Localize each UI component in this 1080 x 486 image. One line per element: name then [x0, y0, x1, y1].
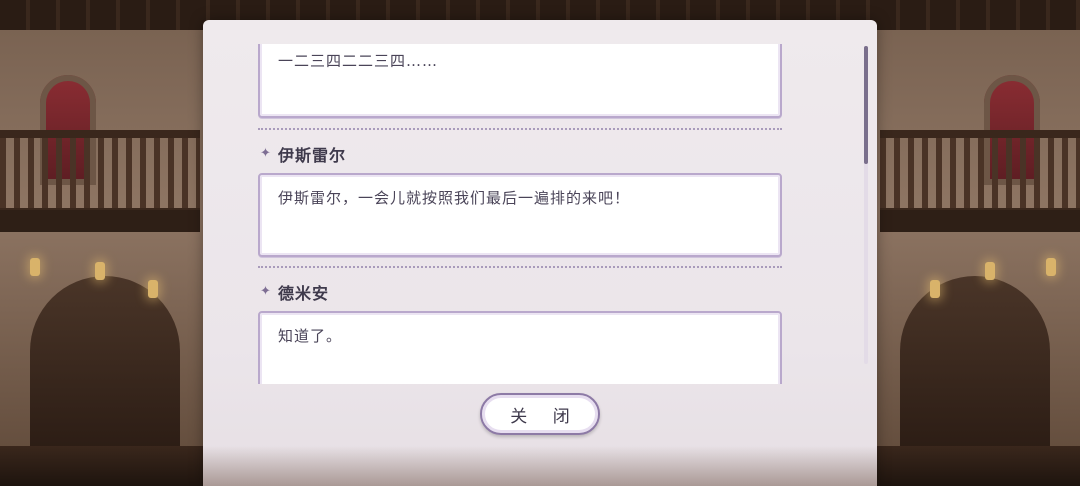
- dialog-entry-box: 知道了。: [258, 311, 782, 384]
- wall-lamp-icon: [148, 280, 158, 298]
- dialog-log-scroll-area[interactable]: 一二三四二二三四…… ✦ 伊斯雷尔 伊斯雷尔，一会儿就按照我们最后一遍排的来吧！…: [258, 44, 788, 384]
- dialog-entry-text: 伊斯雷尔，一会儿就按照我们最后一遍排的来吧！: [278, 189, 631, 207]
- dialog-entry-text: 一二三四二二三四……: [278, 52, 439, 70]
- sparkle-icon: ✦: [260, 284, 271, 299]
- scrollbar-track[interactable]: [864, 46, 868, 364]
- close-button[interactable]: 关 闭: [480, 393, 600, 435]
- speaker-name: 德米安: [278, 284, 330, 303]
- entry-divider: [258, 128, 782, 130]
- close-button-label: 关 闭: [510, 406, 580, 427]
- balcony-left: [0, 130, 200, 250]
- archway-right: [900, 276, 1050, 456]
- entry-divider: [258, 266, 782, 268]
- archway-left: [30, 276, 180, 456]
- speaker-name: 伊斯雷尔: [278, 146, 347, 165]
- scrollbar-thumb[interactable]: [864, 46, 868, 164]
- dialog-log-panel: 一二三四二二三四…… ✦ 伊斯雷尔 伊斯雷尔，一会儿就按照我们最后一遍排的来吧！…: [203, 20, 877, 486]
- sparkle-icon: ✦: [260, 146, 271, 161]
- wall-lamp-icon: [930, 280, 940, 298]
- dialog-entry-box: 伊斯雷尔，一会儿就按照我们最后一遍排的来吧！: [258, 173, 782, 257]
- panel-bottom-fade: [203, 446, 877, 486]
- balcony-right: [880, 130, 1080, 250]
- dialog-speaker: ✦ 伊斯雷尔: [260, 143, 346, 165]
- wall-lamp-icon: [985, 262, 995, 280]
- wall-lamp-icon: [95, 262, 105, 280]
- dialog-speaker: ✦ 德米安: [260, 281, 329, 303]
- dialog-entry-box: 一二三四二二三四……: [258, 44, 782, 118]
- wall-lamp-icon: [30, 258, 40, 276]
- dialog-entry-text: 知道了。: [278, 327, 343, 345]
- wall-lamp-icon: [1046, 258, 1056, 276]
- game-scene: 一二三四二二三四…… ✦ 伊斯雷尔 伊斯雷尔，一会儿就按照我们最后一遍排的来吧！…: [0, 0, 1080, 486]
